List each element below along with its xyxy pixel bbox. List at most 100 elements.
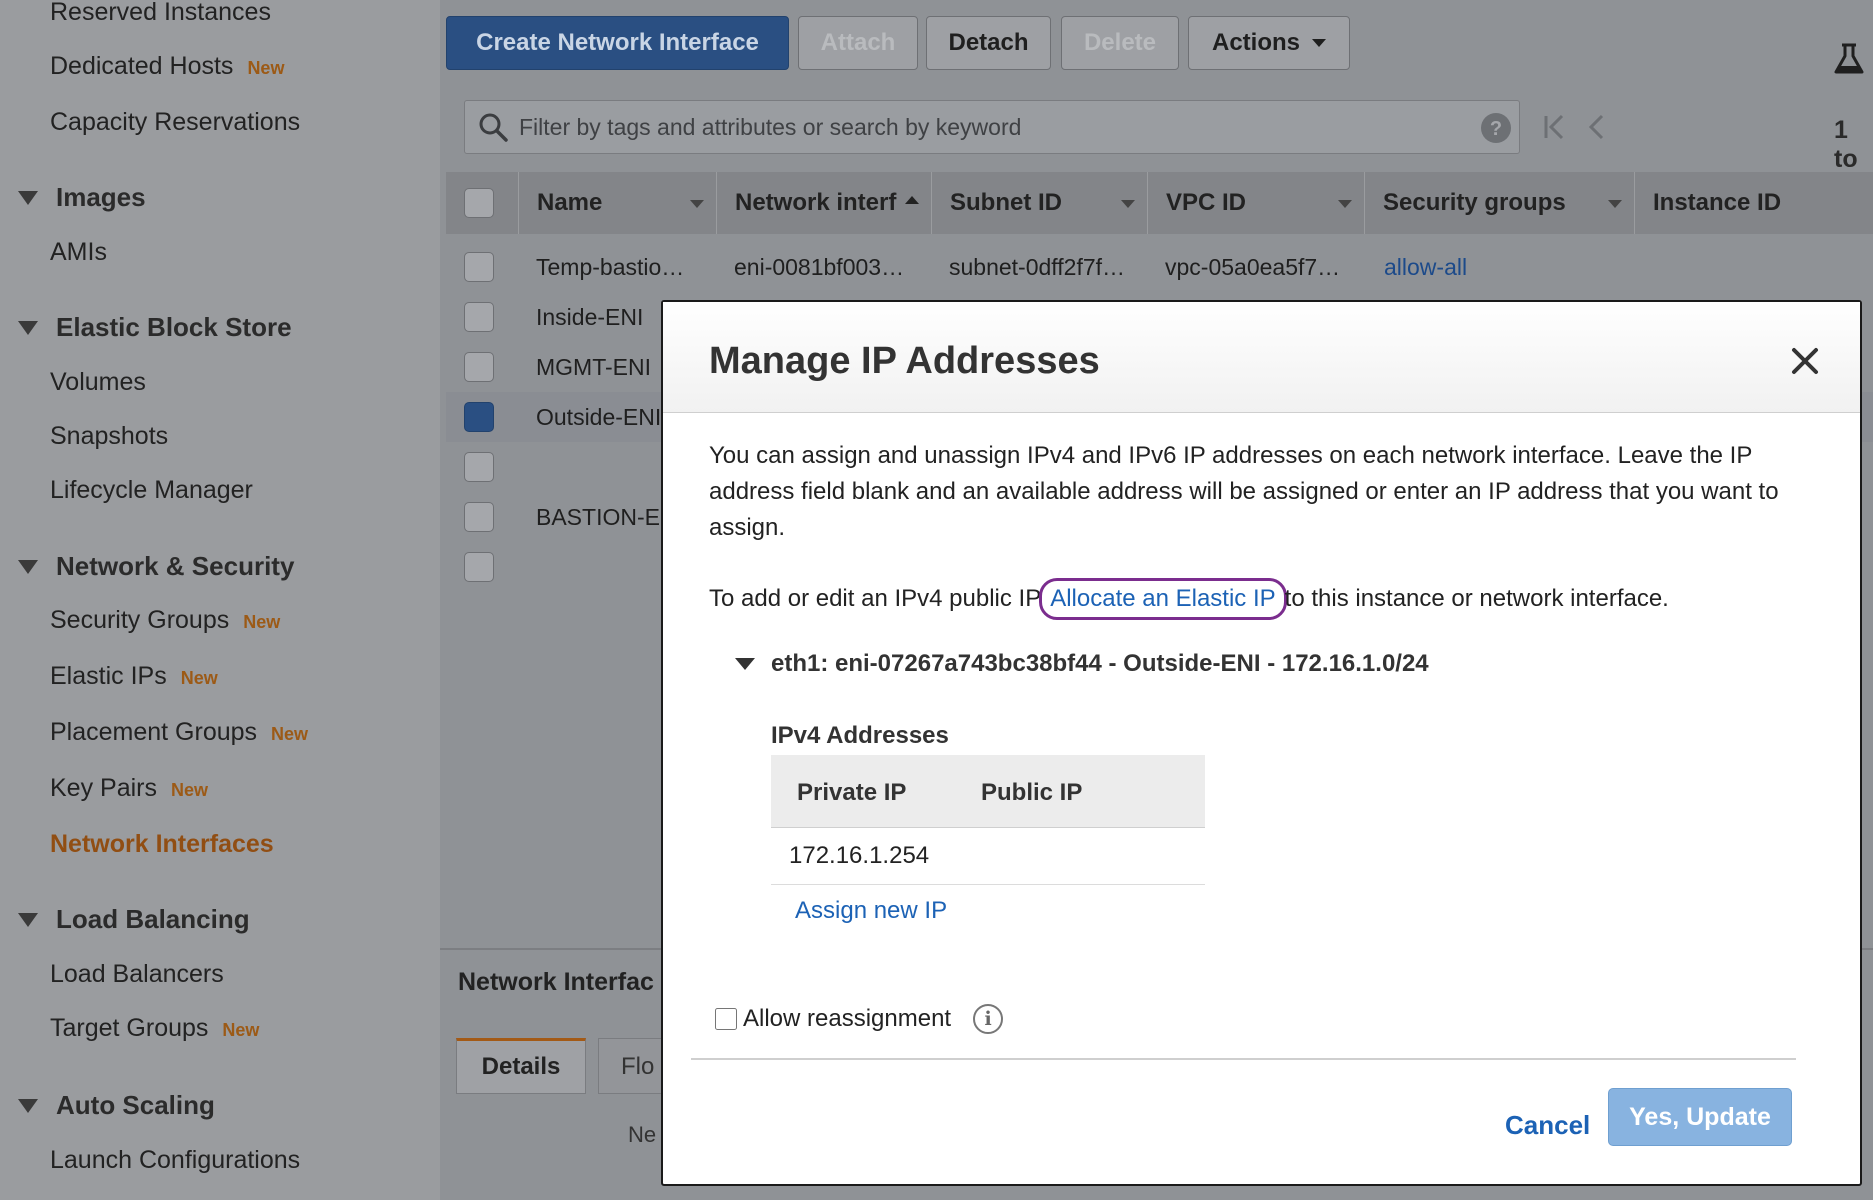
- cell-name: MGMT-ENI: [536, 354, 651, 380]
- sidebar-item-amis[interactable]: AMIs: [50, 238, 107, 267]
- actions-dropdown[interactable]: Actions: [1188, 16, 1350, 70]
- new-badge: New: [180, 668, 218, 688]
- sidebar-item-lifecycle-manager[interactable]: Lifecycle Manager: [50, 476, 253, 505]
- allow-reassignment-label: Allow reassignment: [743, 1005, 952, 1032]
- sidebar-item-network-interfaces[interactable]: Network Interfaces: [50, 830, 274, 859]
- collapse-triangle-icon: [18, 912, 38, 927]
- search-icon: [479, 113, 508, 142]
- cell-name: Outside-ENI: [536, 404, 662, 430]
- column-header-name[interactable]: Name: [518, 172, 716, 234]
- new-badge: New: [271, 724, 309, 744]
- select-all-checkbox[interactable]: [464, 188, 494, 218]
- first-page-icon[interactable]: [1542, 112, 1568, 142]
- dialog-title: Manage IP Addresses: [709, 340, 1100, 382]
- sort-up-icon: [905, 196, 919, 204]
- sort-caret-icon: [1121, 200, 1135, 208]
- allow-reassignment-control: Allow reassignment i: [715, 1004, 1004, 1034]
- dialog-description: You can assign and unassign IPv4 and IPv…: [709, 442, 1779, 541]
- sidebar-section-ebs[interactable]: Elastic Block Store: [18, 312, 292, 343]
- sidebar-item-capacity-reservations[interactable]: Capacity Reservations: [50, 108, 300, 137]
- sidebar-item-reserved-instances[interactable]: Reserved Instances: [50, 0, 271, 27]
- tab-details[interactable]: Details: [456, 1038, 586, 1094]
- sidebar-section-auto-scaling[interactable]: Auto Scaling: [18, 1090, 215, 1121]
- sort-caret-icon: [1608, 200, 1622, 208]
- collapse-triangle-icon: [18, 320, 38, 335]
- svg-text:?: ?: [1490, 118, 1502, 140]
- dialog-header: Manage IP Addresses: [663, 302, 1860, 413]
- eni-section-toggle[interactable]: eth1: eni-07267a743bc38bf44 - Outside-EN…: [735, 650, 1429, 678]
- row-checkbox[interactable]: [464, 352, 494, 382]
- collapse-triangle-icon: [18, 190, 38, 205]
- table-row[interactable]: Temp-bastio… eni-0081bf003… subnet-0dff2…: [446, 242, 1873, 292]
- details-text-fragment: Ne: [628, 1122, 657, 1147]
- create-network-interface-button[interactable]: Create Network Interface: [446, 16, 789, 70]
- row-checkbox[interactable]: [464, 452, 494, 482]
- ipv4-addresses-table: Private IP Public IP 172.16.1.254: [771, 755, 1205, 885]
- new-badge: New: [170, 780, 208, 800]
- cell-subnet-id: subnet-0dff2f7f…: [949, 254, 1126, 280]
- row-checkbox[interactable]: [464, 552, 494, 582]
- info-icon[interactable]: i: [973, 1004, 1004, 1034]
- cell-vpc-id: vpc-05a0ea5f7…: [1165, 254, 1341, 280]
- new-badge: New: [247, 58, 285, 78]
- row-checkbox-checked[interactable]: [464, 402, 494, 432]
- search-bar: ?: [464, 100, 1520, 154]
- sidebar-item-elastic-ips[interactable]: Elastic IPs New: [50, 662, 218, 691]
- collapse-triangle-icon: [18, 559, 38, 574]
- column-header-network-interface[interactable]: Network interf: [716, 172, 931, 234]
- yes-update-button[interactable]: Yes, Update: [1608, 1088, 1792, 1146]
- collapse-triangle-icon: [18, 1098, 38, 1113]
- sidebar-section-images[interactable]: Images: [18, 182, 146, 213]
- cancel-button[interactable]: Cancel: [1505, 1110, 1590, 1141]
- sidebar-section-network-security[interactable]: Network & Security: [18, 551, 294, 582]
- cell-security-group-link[interactable]: allow-all: [1384, 254, 1467, 281]
- collapse-triangle-icon: [735, 658, 755, 670]
- ip-table-header: Private IP Public IP: [771, 755, 1205, 828]
- column-header-security-groups[interactable]: Security groups: [1364, 172, 1634, 234]
- row-checkbox[interactable]: [464, 252, 494, 282]
- detach-button[interactable]: Detach: [926, 16, 1051, 70]
- sidebar-item-target-groups[interactable]: Target Groups New: [50, 1014, 259, 1043]
- sidebar-item-security-groups[interactable]: Security Groups New: [50, 606, 280, 635]
- search-input[interactable]: [517, 112, 1421, 142]
- attach-button[interactable]: Attach: [798, 16, 918, 70]
- sidebar-item-volumes[interactable]: Volumes: [50, 368, 146, 397]
- column-header-instance-id[interactable]: Instance ID: [1634, 172, 1873, 234]
- sidebar-item-snapshots[interactable]: Snapshots: [50, 422, 168, 451]
- cell-name: Inside-ENI: [536, 304, 644, 330]
- table-header: Name Network interf Subnet ID VPC ID Sec…: [446, 172, 1873, 234]
- column-header-vpc-id[interactable]: VPC ID: [1147, 172, 1364, 234]
- assign-new-ip-link[interactable]: Assign new IP: [795, 897, 947, 925]
- sidebar-section-load-balancing[interactable]: Load Balancing: [18, 904, 250, 935]
- manage-ip-addresses-dialog: Manage IP Addresses You can assign and u…: [661, 300, 1862, 1186]
- sidebar-item-placement-groups[interactable]: Placement Groups New: [50, 718, 308, 747]
- row-checkbox[interactable]: [464, 302, 494, 332]
- help-icon[interactable]: ?: [1479, 111, 1513, 145]
- ipv4-addresses-heading: IPv4 Addresses: [771, 722, 949, 749]
- row-checkbox[interactable]: [464, 502, 494, 532]
- cell-name: Temp-bastio…: [536, 254, 685, 280]
- flask-icon[interactable]: [1832, 42, 1866, 76]
- private-ip-value: 172.16.1.254: [789, 842, 930, 869]
- dialog-footer-divider: [691, 1058, 1796, 1060]
- new-badge: New: [243, 612, 281, 632]
- allow-reassignment-checkbox[interactable]: [715, 1008, 737, 1030]
- new-badge: New: [222, 1020, 260, 1040]
- cell-name: BASTION-E: [536, 504, 660, 530]
- delete-button[interactable]: Delete: [1061, 16, 1179, 70]
- close-icon[interactable]: [1790, 346, 1820, 376]
- previous-page-icon[interactable]: [1586, 112, 1608, 142]
- sidebar-item-load-balancers[interactable]: Load Balancers: [50, 960, 224, 989]
- pagination-text: 1 to: [1834, 116, 1858, 173]
- cell-network-interface: eni-0081bf003…: [734, 254, 905, 280]
- column-header-private-ip: Private IP: [797, 779, 907, 806]
- column-header-subnet-id[interactable]: Subnet ID: [931, 172, 1147, 234]
- sidebar-item-key-pairs[interactable]: Key Pairs New: [50, 774, 208, 803]
- details-panel-title: Network Interfac: [458, 968, 654, 996]
- sidebar-item-launch-configurations[interactable]: Launch Configurations: [50, 1146, 300, 1175]
- sidebar-item-dedicated-hosts[interactable]: Dedicated Hosts New: [50, 52, 284, 81]
- column-header-public-ip: Public IP: [981, 779, 1083, 806]
- sort-caret-icon: [1338, 200, 1352, 208]
- chevron-down-icon: [1312, 39, 1326, 47]
- allocate-elastic-ip-link[interactable]: Allocate an Elastic IP: [1039, 578, 1287, 620]
